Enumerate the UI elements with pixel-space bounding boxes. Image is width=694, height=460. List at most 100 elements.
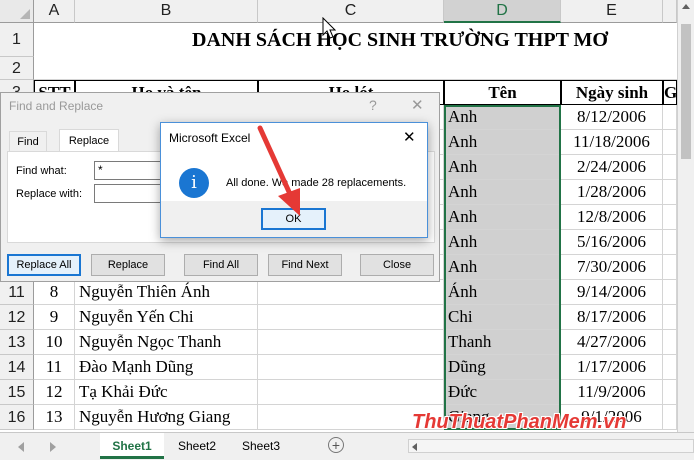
find-all-button[interactable]: Find All: [184, 254, 258, 276]
scroll-left-icon[interactable]: [412, 443, 417, 451]
column-header-a[interactable]: A: [34, 0, 75, 23]
column-header-f[interactable]: [663, 0, 677, 23]
add-sheet-button[interactable]: +: [328, 437, 344, 453]
message-box-close-icon[interactable]: ✕: [403, 128, 416, 146]
sheet-tab-sheet1[interactable]: Sheet1: [100, 433, 164, 459]
find-what-input[interactable]: *: [94, 161, 164, 180]
cell-ten[interactable]: Chi: [444, 305, 561, 330]
sheet-nav-prev-icon[interactable]: [18, 442, 24, 452]
cell-next[interactable]: [663, 130, 677, 155]
column-header-d[interactable]: D: [444, 0, 561, 23]
find-replace-title: Find and Replace: [9, 99, 104, 113]
cell-stt[interactable]: 12: [34, 380, 75, 405]
close-icon[interactable]: ✕: [411, 96, 424, 114]
arrow-shaft: [257, 125, 293, 197]
cell-ngay-sinh[interactable]: 1/17/2006: [561, 355, 663, 380]
cell-next[interactable]: [663, 205, 677, 230]
header-next-column[interactable]: G: [663, 80, 677, 105]
cell-ngay-sinh[interactable]: 4/27/2006: [561, 330, 663, 355]
cell-ngay-sinh[interactable]: 12/8/2006: [561, 205, 663, 230]
cell-ten[interactable]: Anh: [444, 155, 561, 180]
horizontal-scrollbar[interactable]: [408, 439, 694, 453]
cell-next[interactable]: [663, 105, 677, 130]
cell-stt[interactable]: 11: [34, 355, 75, 380]
replace-with-label: Replace with:: [16, 188, 83, 200]
cell-ngay-sinh[interactable]: 8/17/2006: [561, 305, 663, 330]
cell-ho-lot[interactable]: [258, 305, 444, 330]
row-header-16[interactable]: 16: [0, 405, 34, 430]
replace-button[interactable]: Replace: [91, 254, 165, 276]
row-header-2[interactable]: 2: [0, 57, 34, 80]
column-header-e[interactable]: E: [561, 0, 663, 23]
cell-ho-lot[interactable]: [258, 355, 444, 380]
scroll-up-icon[interactable]: [682, 4, 690, 9]
replace-all-button[interactable]: Replace All: [7, 254, 81, 276]
row-header-12[interactable]: 12: [0, 305, 34, 330]
cell-next[interactable]: [663, 280, 677, 305]
scroll-thumb[interactable]: [681, 24, 691, 159]
sheet-tab-sheet2[interactable]: Sheet2: [166, 433, 228, 459]
cell-next[interactable]: [663, 230, 677, 255]
cell-ngay-sinh[interactable]: 1/28/2006: [561, 180, 663, 205]
cell-ho-ten[interactable]: Tạ Khải Đức: [75, 380, 258, 405]
cell-next[interactable]: [663, 380, 677, 405]
sheet-tab-sheet3[interactable]: Sheet3: [230, 433, 292, 459]
find-next-button[interactable]: Find Next: [268, 254, 342, 276]
help-button[interactable]: ?: [369, 97, 377, 113]
cell-stt[interactable]: 8: [34, 280, 75, 305]
cell-ngay-sinh[interactable]: 11/9/2006: [561, 380, 663, 405]
cell-ten[interactable]: Anh: [444, 255, 561, 280]
header-ten[interactable]: Tên: [444, 80, 561, 105]
column-header-b[interactable]: B: [75, 0, 258, 23]
sheet-tab-bar: Sheet1 Sheet2 Sheet3 +: [0, 432, 694, 460]
cell-ten[interactable]: Anh: [444, 105, 561, 130]
cell-stt[interactable]: 13: [34, 405, 75, 430]
row-header-15[interactable]: 15: [0, 380, 34, 405]
cell-ngay-sinh[interactable]: 2/24/2006: [561, 155, 663, 180]
cell-ten[interactable]: Anh: [444, 130, 561, 155]
column-header-c[interactable]: C: [258, 0, 444, 23]
cell-stt[interactable]: 10: [34, 330, 75, 355]
header-ngay-sinh[interactable]: Ngày sinh: [561, 80, 663, 105]
cell-ngay-sinh[interactable]: 11/18/2006: [561, 130, 663, 155]
cell-ten[interactable]: Anh: [444, 180, 561, 205]
cell-ngay-sinh[interactable]: 9/14/2006: [561, 280, 663, 305]
row-header-14[interactable]: 14: [0, 355, 34, 380]
cell-next[interactable]: [663, 355, 677, 380]
arrow-head: [278, 188, 300, 216]
cell-ngay-sinh[interactable]: 8/12/2006: [561, 105, 663, 130]
row-header-1[interactable]: 1: [0, 23, 34, 57]
cell-next[interactable]: [663, 180, 677, 205]
cell-ho-lot[interactable]: [258, 380, 444, 405]
cell-ho-lot[interactable]: [258, 330, 444, 355]
row-header-11[interactable]: 11: [0, 280, 34, 305]
cell-ten[interactable]: Anh: [444, 205, 561, 230]
cell-ho-ten[interactable]: Nguyễn Hương Giang: [75, 405, 258, 430]
cell-next[interactable]: [663, 305, 677, 330]
cell-next[interactable]: [663, 330, 677, 355]
cell-next[interactable]: [663, 405, 677, 430]
cell-ten[interactable]: Đức: [444, 380, 561, 405]
row-header-13[interactable]: 13: [0, 330, 34, 355]
cell-ten[interactable]: Dũng: [444, 355, 561, 380]
cell-ho-ten[interactable]: Nguyễn Yến Chi: [75, 305, 258, 330]
cell-ho-ten[interactable]: Nguyễn Ngọc Thanh: [75, 330, 258, 355]
cell-stt[interactable]: 9: [34, 305, 75, 330]
cell-ten[interactable]: Anh: [444, 230, 561, 255]
cell-next[interactable]: [663, 255, 677, 280]
close-button[interactable]: Close: [360, 254, 434, 276]
cell-ten[interactable]: Ánh: [444, 280, 561, 305]
cell-ho-ten[interactable]: Nguyễn Thiên Ánh: [75, 280, 258, 305]
cell-ngay-sinh[interactable]: 7/30/2006: [561, 255, 663, 280]
cell-ho-ten[interactable]: Đào Mạnh Dũng: [75, 355, 258, 380]
sheet-nav-next-icon[interactable]: [50, 442, 56, 452]
cell-ho-lot[interactable]: [258, 280, 444, 305]
tab-replace[interactable]: Replace: [59, 129, 119, 152]
tab-find[interactable]: Find: [9, 131, 47, 151]
cell-ngay-sinh[interactable]: 5/16/2006: [561, 230, 663, 255]
cell-ten[interactable]: Thanh: [444, 330, 561, 355]
replace-with-input[interactable]: [94, 184, 164, 203]
vertical-scrollbar[interactable]: [677, 0, 694, 432]
cell-next[interactable]: [663, 155, 677, 180]
select-all-corner[interactable]: [0, 0, 34, 23]
